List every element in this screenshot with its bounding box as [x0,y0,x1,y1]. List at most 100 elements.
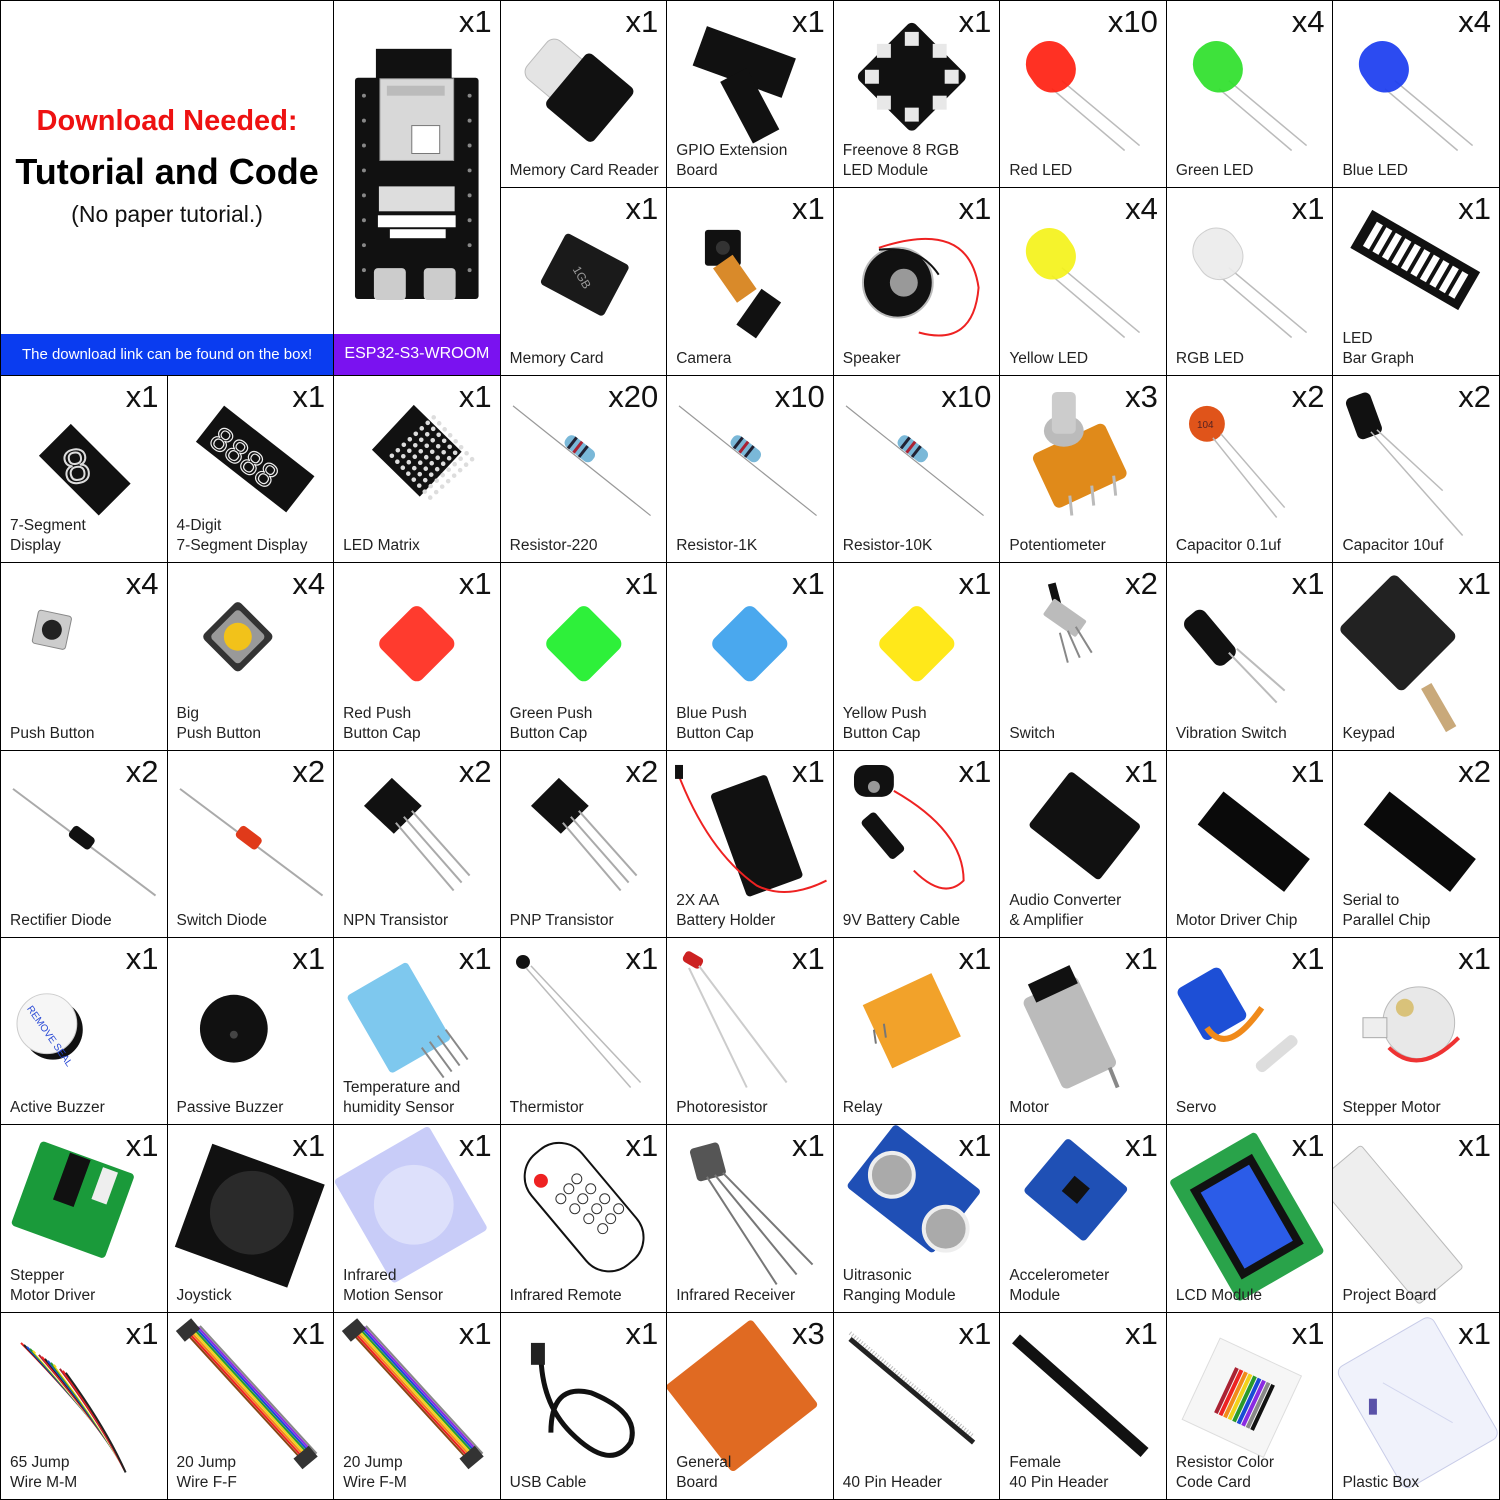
quantity: x1 [625,1315,659,1351]
component-label: Switch [1009,724,1055,742]
component-camera: x1 Camera [667,188,834,376]
component-label: 4-Digit 7-Segment Display [176,517,308,555]
component-label: 9V Battery Cable [842,911,960,929]
component-rectifier-diode: x2 Rectifier Diode [1,750,168,938]
component-lcd-module: x1 LCD Module [1166,1125,1334,1313]
component-gpio-extension-board: x1 GPIO Extension Board [667,1,834,189]
component-label: Infrared Remote [509,1286,622,1304]
component-resistor-color-code-card: x1 Resistor Color Code Card [1166,1312,1334,1500]
component-switch-diode: x2 Switch Diode [167,750,335,938]
component-project-board: x1 Project Board [1333,1125,1500,1313]
component-led-bar-graph: x1 LED Bar Graph [1333,188,1500,376]
component-label: Green Push Button Cap [509,704,593,742]
component-usb-cable: x1 USB Cable [500,1312,668,1500]
component-label: PNP Transistor [509,911,614,929]
component-vibration-switch: x1 Vibration Switch [1166,563,1334,751]
component-9v-battery-cable: x1 9V Battery Cable [833,750,1001,938]
component-4-digit-7-segment-display: 8888 x1 4-Digit 7-Segment Display [167,375,335,564]
component-label: 65 Jump Wire M-M [10,1454,78,1491]
quantity: x4 [292,566,326,602]
component-infrared-motion-sensor: x1 Infrared Motion Sensor [334,1125,501,1313]
component-label: Freenove 8 RGB LED Module [842,142,960,180]
component-infrared-receiver: x1 Infrared Receiver [667,1125,834,1313]
quantity: x1 [958,4,992,39]
component-label: Resistor-1K [676,537,758,555]
component-speaker: x1 Speaker [833,188,1001,376]
no-paper-subtitle: (No paper tutorial.) [71,201,263,227]
quantity: x4 [1125,191,1158,227]
component-yellow-push-button-cap: x1 Yellow Push Button Cap [833,563,1001,751]
component-thermistor: x1 Thermistor [500,937,668,1126]
component-7-segment-display: 8 x1 7-Segment Display [1,375,168,564]
quantity: x1 [1291,191,1325,227]
quantity: x1 [1458,1128,1491,1164]
component-green-push-button-cap: x1 Green Push Button Cap [500,563,668,751]
component-switch: x2 Switch [1000,563,1167,751]
component-label: Resistor-10K [842,537,933,555]
component-servo: x1 Servo [1166,937,1334,1126]
component-label: Thermistor [509,1099,584,1117]
component-blue-push-button-cap: x1 Blue Push Button Cap [667,563,834,751]
component-label: RGB LED [1175,349,1244,367]
component-label: Accelerometer Module [1009,1266,1110,1304]
component-label: 20 Jump Wire F-F [176,1454,237,1491]
quantity: x1 [458,378,492,414]
quantity: x2 [625,753,659,789]
quantity: x1 [792,940,825,976]
component-resistor-220: x20 Resistor-220 [500,375,668,564]
component-memory-card-reader: x1 Memory Card Reader [500,1,668,189]
component-label: Resistor-220 [509,537,598,555]
quantity: x1 [458,940,492,976]
component-relay: x1 Relay [833,937,1001,1126]
quantity: x1 [125,1128,159,1164]
component-label: Capacitor 0.1uf [1175,537,1281,555]
quantity: x10 [941,378,992,414]
component-label: Capacitor 10uf [1342,537,1444,555]
component-20-jump-wire-f-f: x1 20 Jump Wire F-F [167,1312,335,1500]
component-potentiometer: x3 Potentiometer [1000,375,1167,564]
component-label: General Board [676,1454,732,1491]
quantity: x1 [1291,1128,1325,1164]
quantity: x2 [1291,378,1325,414]
component-accelerometer-module: x1 Accelerometer Module [1000,1125,1167,1313]
component-temperature-and-humidity-sensor: x1 Temperature and humidity Sensor [334,937,501,1126]
component-label: Infrared Receiver [676,1286,796,1304]
quantity: x1 [625,4,659,39]
component-label: Motor Driver Chip [1175,911,1298,929]
quantity: x1 [958,1128,992,1164]
quantity: x2 [1458,753,1491,789]
quantity: x1 [792,191,825,227]
component-65-jump-wire-m-m: x1 65 Jump Wire M-M [1,1312,168,1500]
component-pnp-transistor: x2 PNP Transistor [500,750,668,938]
quantity: x1 [292,378,326,414]
component-label: Keypad [1342,724,1396,742]
download-header: Download Needed: Tutorial and Code (No p… [1,1,335,376]
quantity: x1 [625,1128,659,1164]
component-uitrasonic-ranging-module: x1 Uitrasonic Ranging Module [833,1125,1001,1313]
component-motor-driver-chip: x1 Motor Driver Chip [1166,750,1334,938]
quantity: x1 [625,940,659,976]
quantity: x1 [625,191,659,227]
board-name-banner: ESP32-S3-WROOM [334,333,500,375]
component-serial-to-parallel-chip: x2 Serial to Parallel Chip [1333,750,1500,938]
component-label: Uitrasonic Ranging Module [842,1266,956,1304]
component-label: Stepper Motor [1342,1099,1441,1117]
quantity: x1 [292,1315,326,1351]
component-female-40-pin-header: x1 Female 40 Pin Header [1000,1312,1167,1500]
component-label: Push Button [10,724,95,742]
component-active-buzzer: REMOVE SEAL x1 Active Buzzer [1,937,168,1126]
component-label: Audio Converter & Amplifier [1009,891,1122,929]
component-passive-buzzer: x1 Passive Buzzer [167,937,335,1126]
component-label: USB Cable [509,1474,587,1491]
quantity: x3 [1125,378,1158,414]
component-resistor-1k: x10 Resistor-1K [667,375,834,564]
component-label: Red LED [1009,162,1073,180]
download-link-banner: The download link can be found on the bo… [1,333,334,375]
quantity: x1 [958,1315,992,1351]
quantity: x2 [1458,378,1491,414]
quantity: x10 [1107,4,1158,39]
component-label: Photoresistor [676,1099,768,1117]
download-needed-title: Download Needed: [36,105,298,137]
component-label: LED Matrix [343,537,420,555]
component-freenove-8-rgb-led-module: x1 Freenove 8 RGB LED Module [833,1,1001,189]
